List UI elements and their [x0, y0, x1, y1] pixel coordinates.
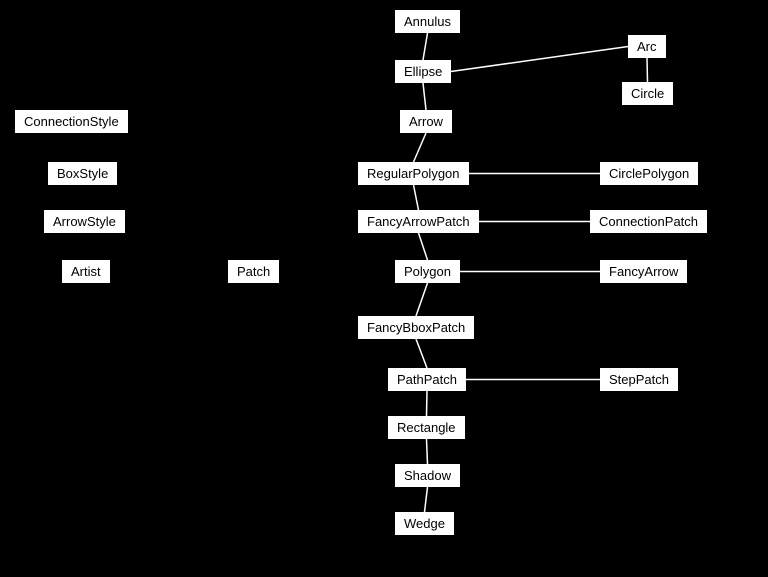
node-pathpatch: PathPatch: [388, 368, 466, 391]
node-steppatch: StepPatch: [600, 368, 678, 391]
node-arrowstyle: ArrowStyle: [44, 210, 125, 233]
node-fancyarrowpatch: FancyArrowPatch: [358, 210, 479, 233]
node-ellipse: Ellipse: [395, 60, 451, 83]
node-connectionstyle: ConnectionStyle: [15, 110, 128, 133]
node-artist: Artist: [62, 260, 110, 283]
node-patch: Patch: [228, 260, 279, 283]
node-boxstyle: BoxStyle: [48, 162, 117, 185]
node-shadow: Shadow: [395, 464, 460, 487]
node-connectionpatch: ConnectionPatch: [590, 210, 707, 233]
node-arrow: Arrow: [400, 110, 452, 133]
node-circle: Circle: [622, 82, 673, 105]
node-wedge: Wedge: [395, 512, 454, 535]
node-regularpolygon: RegularPolygon: [358, 162, 469, 185]
node-fancybboxpatch: FancyBboxPatch: [358, 316, 474, 339]
node-fancyarrow: FancyArrow: [600, 260, 687, 283]
node-polygon: Polygon: [395, 260, 460, 283]
node-arc: Arc: [628, 35, 666, 58]
node-annulus: Annulus: [395, 10, 460, 33]
node-rectangle: Rectangle: [388, 416, 465, 439]
node-circlepolygon: CirclePolygon: [600, 162, 698, 185]
